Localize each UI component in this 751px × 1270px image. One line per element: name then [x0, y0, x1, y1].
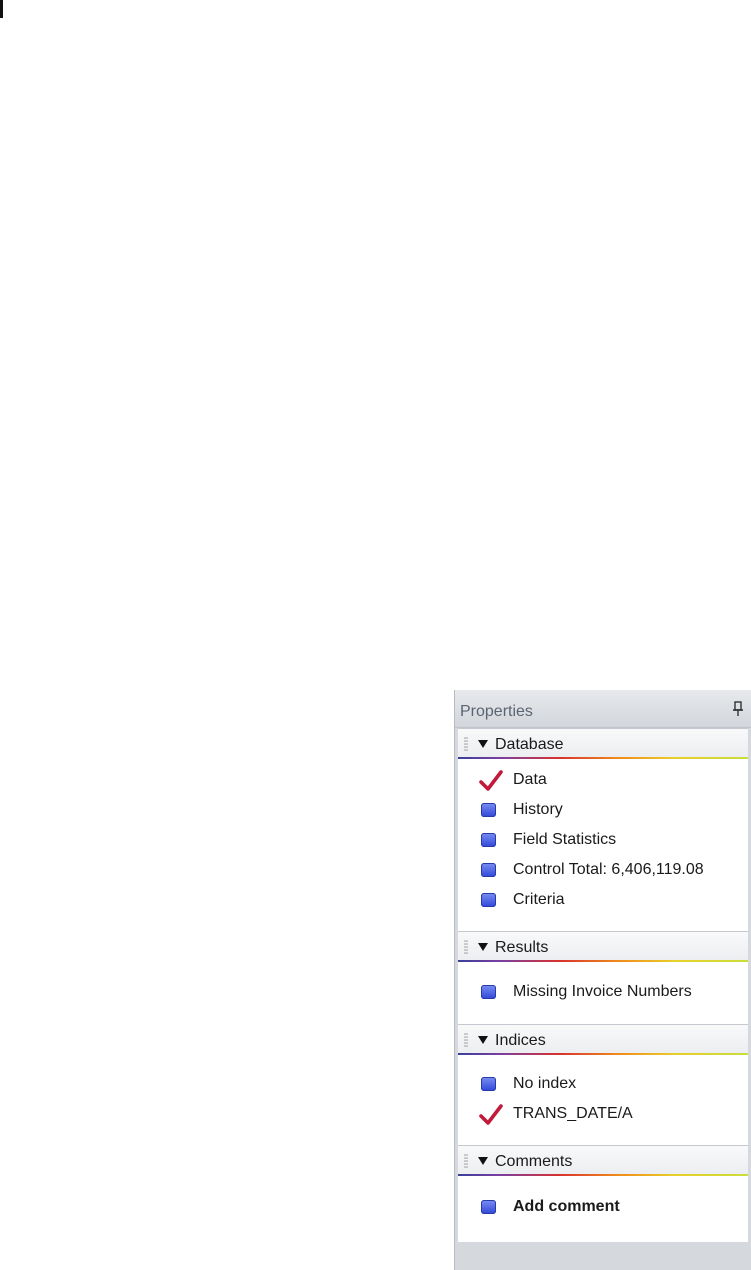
grip-icon[interactable] — [464, 1154, 468, 1168]
blue-square-icon — [481, 863, 496, 877]
item-label: History — [513, 801, 563, 818]
grip-icon[interactable] — [464, 940, 468, 954]
blue-square-icon — [481, 833, 496, 847]
blue-square-icon — [481, 985, 496, 999]
section-divider — [458, 960, 748, 962]
blue-square-icon — [481, 1077, 496, 1091]
collapse-triangle-icon[interactable] — [478, 943, 488, 951]
grip-icon[interactable] — [464, 737, 468, 751]
grip-icon[interactable] — [464, 1033, 468, 1047]
check-icon — [479, 1104, 503, 1125]
section-title-results: Results — [495, 939, 549, 956]
section-header-results[interactable]: Results — [458, 931, 748, 962]
collapse-triangle-icon[interactable] — [478, 1036, 488, 1044]
panel-title: Properties — [460, 703, 533, 720]
item-label: Field Statistics — [513, 831, 617, 848]
section-divider — [458, 1174, 748, 1176]
pin-icon[interactable] — [732, 701, 744, 717]
properties-panel: Properties Database Data History Field S… — [454, 690, 751, 1270]
item-label: TRANS_DATE/A — [513, 1105, 633, 1122]
item-label: Control Total: 6,406,119.08 — [513, 861, 704, 878]
blue-square-icon — [481, 803, 496, 817]
section-header-comments[interactable]: Comments — [458, 1145, 748, 1176]
blue-square-icon — [481, 893, 496, 907]
corner-mark — [0, 0, 3, 18]
section-title-indices: Indices — [495, 1032, 546, 1049]
collapse-triangle-icon[interactable] — [478, 740, 488, 748]
section-title-comments: Comments — [495, 1153, 573, 1170]
item-label: Criteria — [513, 891, 565, 908]
collapse-triangle-icon[interactable] — [478, 1157, 488, 1165]
check-icon — [479, 770, 503, 791]
add-comment-link[interactable]: Add comment — [513, 1198, 620, 1216]
item-label: Data — [513, 771, 547, 788]
section-header-database[interactable]: Database — [458, 728, 748, 759]
section-divider — [458, 1053, 748, 1055]
properties-content: Database Data History Field Statistics C… — [458, 728, 748, 1242]
blue-square-icon — [481, 1200, 496, 1214]
section-title-database: Database — [495, 736, 564, 753]
item-label: Missing Invoice Numbers — [513, 983, 692, 1000]
item-label: No index — [513, 1075, 577, 1092]
section-header-indices[interactable]: Indices — [458, 1024, 748, 1055]
panel-header: Properties — [455, 690, 751, 728]
section-divider — [458, 757, 748, 759]
